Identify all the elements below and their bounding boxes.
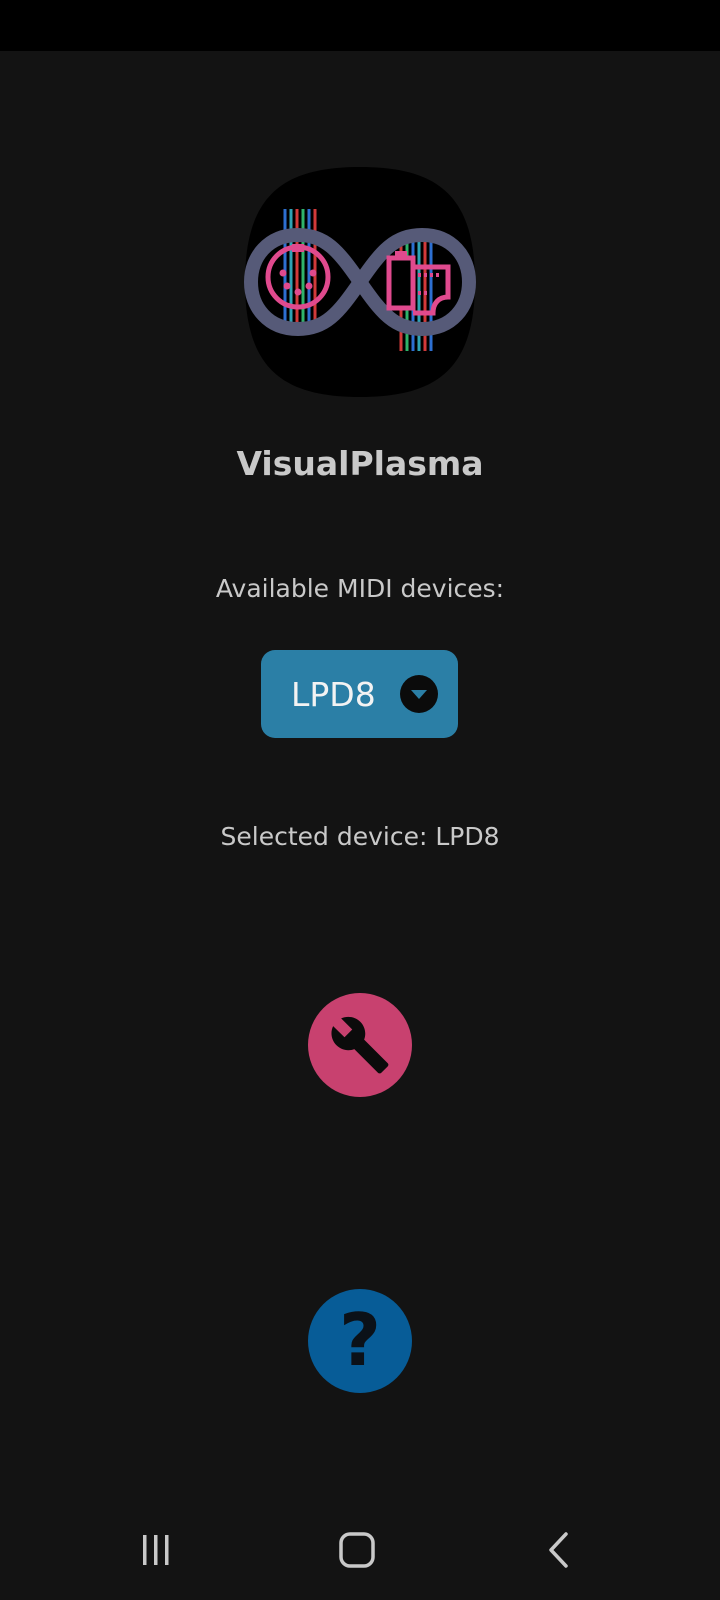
help-button[interactable]: ? xyxy=(308,1289,412,1393)
selected-device-text: Selected device: LPD8 xyxy=(220,822,500,851)
status-bar xyxy=(0,0,720,51)
home-icon xyxy=(339,1532,375,1568)
app-title: VisualPlasma xyxy=(236,444,484,483)
recents-icon xyxy=(143,1535,169,1565)
chevron-down-icon xyxy=(400,675,438,713)
system-nav-bar xyxy=(0,1500,720,1600)
question-icon: ? xyxy=(339,1298,381,1382)
nav-home-button[interactable] xyxy=(327,1528,387,1572)
nav-back-button[interactable] xyxy=(529,1528,589,1572)
midi-device-dropdown-value: LPD8 xyxy=(291,674,376,714)
midi-device-dropdown[interactable]: LPD8 xyxy=(261,650,458,738)
app-screen: VisualPlasma Available MIDI devices: LPD… xyxy=(0,0,720,1600)
wrench-icon xyxy=(331,1016,389,1074)
settings-button[interactable] xyxy=(308,993,412,1097)
app-logo xyxy=(243,165,477,399)
available-midi-devices-label: Available MIDI devices: xyxy=(215,574,505,603)
back-icon xyxy=(549,1532,568,1568)
nav-recents-button[interactable] xyxy=(126,1528,186,1572)
